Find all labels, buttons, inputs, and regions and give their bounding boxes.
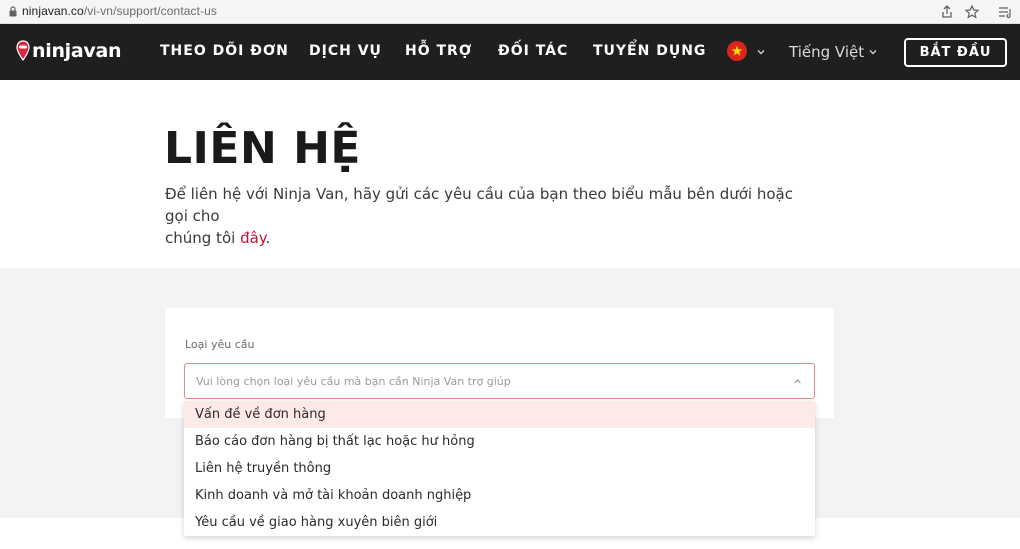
share-icon[interactable]	[938, 3, 956, 21]
url-path: /vi-vn/support/contact-us	[83, 4, 218, 18]
url-host: ninjavan.co	[22, 4, 84, 18]
nav-link-services[interactable]: DỊCH VỤ	[309, 43, 382, 59]
ninjavan-logo[interactable]: ninjavan	[16, 36, 122, 66]
browser-url-bar[interactable]: ninjavan.co/vi-vn/support/contact-us	[0, 0, 1020, 24]
vietnam-flag-icon[interactable]	[727, 41, 747, 61]
page-title: LIÊN HỆ	[164, 123, 361, 174]
dropdown-option-media-contact[interactable]: Liên hệ truyền thông	[184, 455, 815, 482]
chevron-up-icon	[794, 379, 801, 384]
nav-link-partners[interactable]: ĐỐI TÁC	[498, 43, 568, 59]
chevron-down-icon[interactable]	[868, 47, 878, 57]
star-icon[interactable]	[963, 3, 981, 21]
url-text[interactable]: ninjavan.co/vi-vn/support/contact-us	[22, 4, 217, 18]
site-header: ninjavan THEO DÕI ĐƠN DỊCH VỤ HỖ TRỢ ĐỐI…	[0, 24, 1020, 80]
request-type-placeholder: Vui lòng chọn loại yêu cầu mà bạn cần Ni…	[196, 375, 511, 388]
lock-icon	[9, 6, 17, 17]
ninja-logo-icon	[16, 40, 30, 62]
logo-text: ninjavan	[32, 40, 122, 62]
dropdown-option-order-issue[interactable]: Vấn đề về đơn hàng	[184, 401, 815, 428]
description-line-1: Để liên hệ với Ninja Van, hãy gửi các yê…	[165, 185, 793, 225]
reading-list-icon[interactable]	[996, 3, 1014, 21]
description-line-2: chúng tôi	[165, 229, 241, 247]
dropdown-option-business-account[interactable]: Kinh doanh và mở tài khoản doanh nghiệp	[184, 482, 815, 509]
nav-link-careers[interactable]: TUYỂN DỤNG	[593, 43, 706, 59]
dropdown-option-cross-border[interactable]: Yêu cầu về giao hàng xuyên biên giới	[184, 509, 815, 536]
hero-section: LIÊN HỆ Để liên hệ với Ninja Van, hãy gử…	[0, 80, 1020, 268]
request-type-select[interactable]: Vui lòng chọn loại yêu cầu mà bạn cần Ni…	[184, 363, 815, 399]
request-type-dropdown: Vấn đề về đơn hàng Báo cáo đơn hàng bị t…	[184, 401, 815, 536]
description-suffix: .	[265, 229, 271, 247]
call-us-link[interactable]: đây	[240, 229, 265, 247]
dropdown-option-lost-damaged[interactable]: Báo cáo đơn hàng bị thất lạc hoặc hư hỏn…	[184, 428, 815, 455]
nav-link-track-order[interactable]: THEO DÕI ĐƠN	[160, 43, 289, 59]
nav-link-support[interactable]: HỖ TRỢ	[405, 43, 472, 59]
language-selector[interactable]: Tiếng Việt	[789, 43, 864, 61]
start-button[interactable]: BẮT ĐẦU	[904, 38, 1007, 67]
page-description: Để liên hệ với Ninja Van, hãy gửi các yê…	[165, 183, 805, 249]
request-type-label: Loại yêu cầu	[185, 338, 255, 351]
chevron-down-icon[interactable]	[756, 47, 766, 57]
